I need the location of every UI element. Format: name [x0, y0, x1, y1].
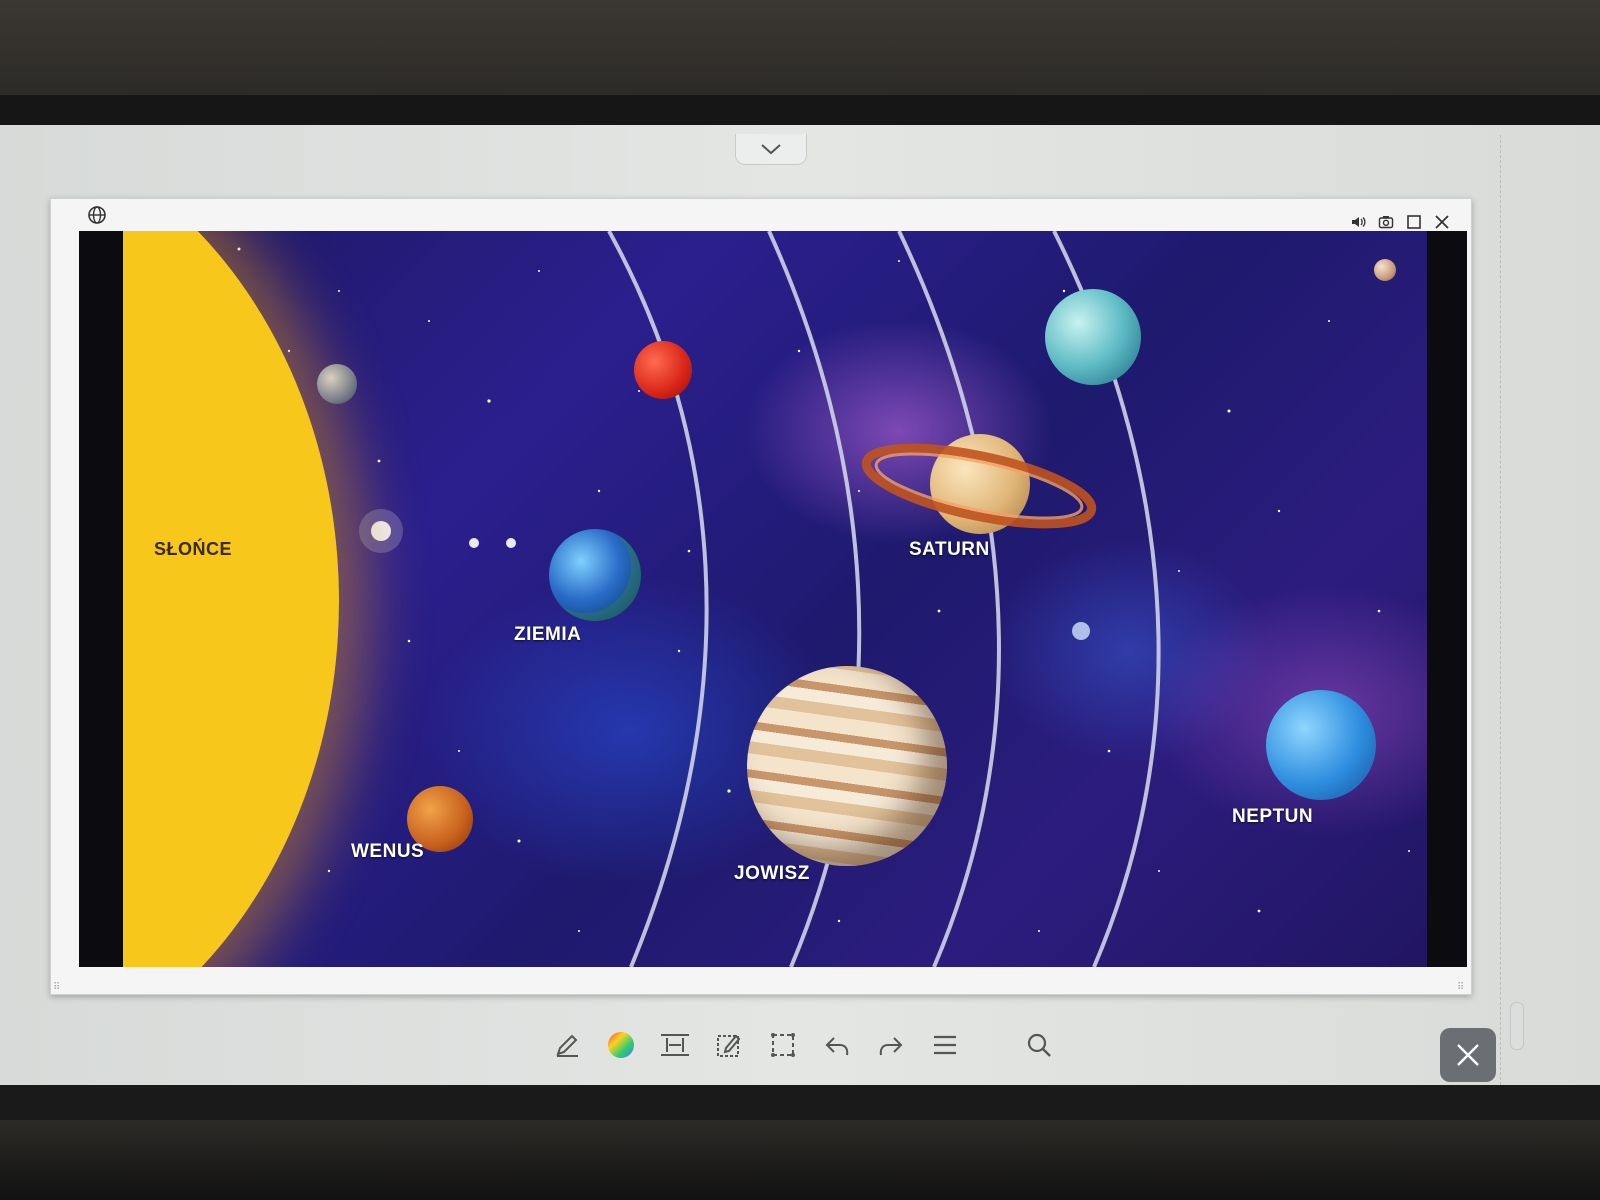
maximize-icon[interactable] — [1405, 213, 1423, 231]
edit-note-tool[interactable] — [702, 1020, 756, 1070]
slide-margin-right — [1427, 231, 1467, 967]
edit-note-icon — [717, 1034, 741, 1057]
pen-tool[interactable] — [540, 1020, 594, 1070]
resize-corner-right[interactable]: ⠿ — [1457, 982, 1467, 993]
redo-button[interactable] — [864, 1020, 918, 1070]
earth-planet[interactable] — [549, 529, 641, 621]
neptune-planet[interactable] — [1266, 690, 1376, 800]
close-icon[interactable] — [1433, 213, 1451, 231]
side-drag-handle[interactable] — [1510, 1002, 1524, 1050]
mercury-planet[interactable] — [317, 364, 357, 404]
search-icon — [1027, 1033, 1051, 1057]
pen-icon — [556, 1034, 578, 1057]
close-icon — [1457, 1044, 1479, 1066]
uranus-planet[interactable] — [1045, 289, 1141, 385]
pull-down-tab[interactable] — [735, 134, 807, 165]
saturn-rings — [861, 443, 1097, 529]
browser-window: SŁOŃCE ZIEMIA WENUS JOWISZ SATURN NEPTUN… — [50, 198, 1472, 995]
room-wall — [0, 0, 1600, 100]
chevron-down-icon — [761, 144, 781, 155]
menu-button[interactable] — [918, 1020, 972, 1070]
globe-icon[interactable] — [87, 205, 107, 225]
color-picker-icon — [608, 1032, 634, 1058]
pluto-planet[interactable] — [1374, 259, 1396, 281]
close-whiteboard-button[interactable] — [1440, 1028, 1496, 1082]
fit-width-tool[interactable] — [648, 1020, 702, 1070]
redo-icon — [879, 1037, 903, 1056]
side-guide — [1500, 135, 1503, 1085]
room-floor — [0, 1120, 1600, 1200]
mars-planet[interactable] — [634, 341, 692, 399]
jupiter-planet[interactable] — [747, 666, 947, 866]
camera-icon[interactable] — [1377, 213, 1395, 231]
undo-button[interactable] — [810, 1020, 864, 1070]
jupiter-label: JOWISZ — [734, 863, 810, 884]
search-button[interactable] — [1012, 1020, 1066, 1070]
solar-system-slide: SŁOŃCE ZIEMIA WENUS JOWISZ SATURN NEPTUN — [79, 231, 1467, 967]
resize-corner-left[interactable]: ⠿ — [53, 982, 63, 993]
color-picker[interactable] — [594, 1020, 648, 1070]
earth-label: ZIEMIA — [514, 624, 582, 645]
speaker-icon[interactable] — [1349, 213, 1367, 231]
selection-icon — [771, 1033, 795, 1057]
venus-label: WENUS — [351, 841, 425, 862]
whiteboard-toolbar — [540, 1020, 1080, 1070]
sun-label: SŁOŃCE — [154, 539, 233, 559]
slide-margin-left — [79, 231, 123, 967]
window-titlebar[interactable] — [51, 199, 1471, 231]
fit-width-icon — [661, 1034, 689, 1056]
neptune-label: NEPTUN — [1232, 806, 1314, 827]
display-bezel-bottom — [0, 1085, 1600, 1125]
menu-icon — [934, 1035, 956, 1055]
saturn-label: SATURN — [909, 539, 990, 560]
selection-tool[interactable] — [756, 1020, 810, 1070]
undo-icon — [825, 1037, 849, 1056]
window-controls — [1349, 213, 1451, 231]
